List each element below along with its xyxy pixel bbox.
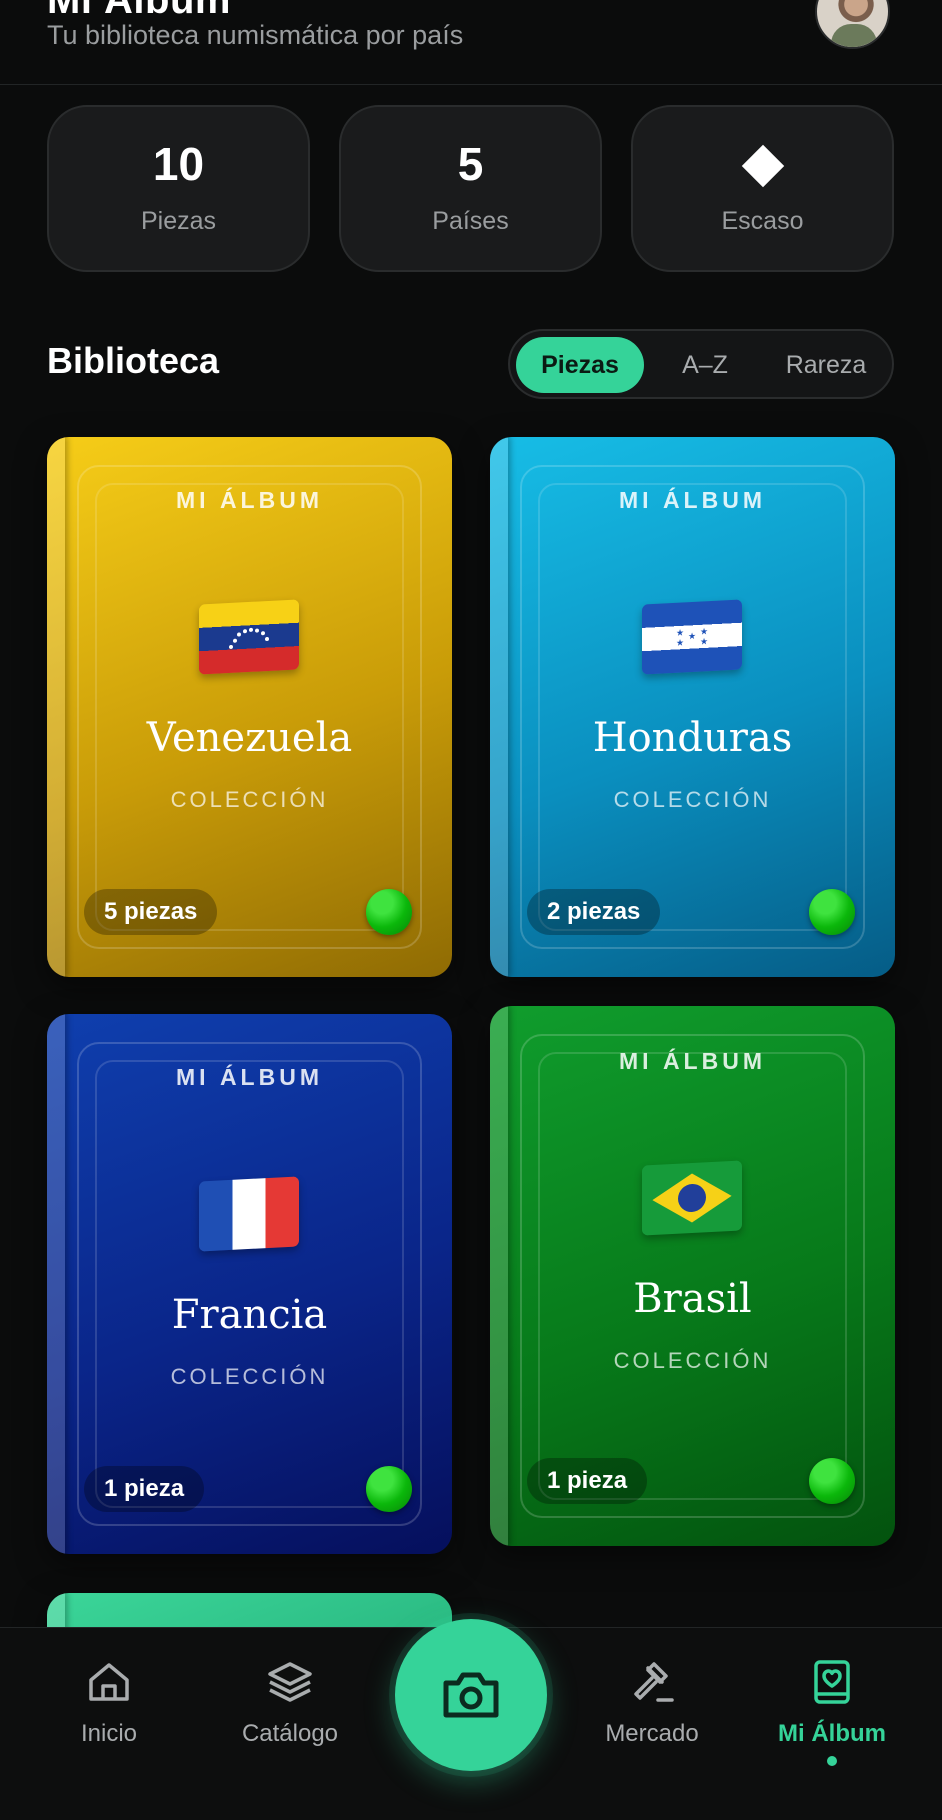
- album-spine: [490, 437, 508, 977]
- nav-label: Mercado: [605, 1720, 699, 1747]
- layers-icon: [268, 1662, 312, 1702]
- album-card-francia[interactable]: MI ÁLBUM Francia COLECCIÓN 1 pieza: [47, 1014, 452, 1554]
- status-dot-icon: [366, 889, 412, 935]
- stat-label: Piezas: [140, 207, 217, 235]
- stat-label: Países: [432, 207, 509, 235]
- france-flag-icon: [199, 1176, 299, 1252]
- home-icon: [89, 1663, 129, 1701]
- sort-segmented-control: Piezas A–Z Rareza: [508, 329, 894, 399]
- nav-label: Inicio: [80, 1720, 138, 1747]
- section-title: Biblioteca: [47, 340, 220, 381]
- album-subtitle: COLECCIÓN: [170, 1364, 329, 1389]
- status-dot-icon: [366, 1466, 412, 1512]
- card-frame-inner: [95, 1060, 404, 1508]
- album-country-name: Honduras: [592, 715, 793, 761]
- album-country-name: Venezuela: [146, 715, 353, 761]
- honduras-flag-icon: ★ ★ ★ ★ ★: [642, 599, 742, 675]
- nav-label: Mi Álbum: [778, 1720, 886, 1747]
- sort-option-az[interactable]: A–Z: [650, 337, 760, 393]
- album-kicker: MI ÁLBUM: [176, 487, 323, 513]
- sort-option-rareza[interactable]: Rareza: [766, 337, 886, 393]
- camera-icon: [443, 1672, 499, 1718]
- album-kicker: MI ÁLBUM: [176, 1064, 323, 1090]
- album-subtitle: COLECCIÓN: [170, 787, 329, 812]
- album-country-name: Francia: [171, 1292, 328, 1338]
- avatar[interactable]: [815, 0, 890, 49]
- active-indicator: [827, 1756, 837, 1766]
- nav-item-mercado[interactable]: Mercado: [567, 1658, 737, 1748]
- piece-count-badge: 5 piezas: [84, 889, 218, 935]
- album-card-venezuela[interactable]: MI ÁLBUM Venezuela COLECCIÓN 5 piezas: [47, 437, 452, 977]
- nav-item-mi-album[interactable]: Mi Álbum: [747, 1658, 917, 1766]
- album-spine: [47, 1014, 65, 1554]
- stat-card-escaso: Escaso: [631, 105, 894, 272]
- diamond-icon: [741, 144, 784, 188]
- card-frame-inner: [95, 483, 404, 931]
- status-dot-icon: [809, 889, 855, 935]
- page-subtitle: Tu biblioteca numismática por país: [47, 20, 464, 50]
- stat-value: 10: [152, 138, 205, 190]
- nav-item-catalogo[interactable]: Catálogo: [205, 1658, 375, 1748]
- stat-card-paises: 5 Países: [339, 105, 602, 272]
- album-card-honduras[interactable]: MI ÁLBUM ★ ★ ★ ★ ★ Honduras COLECCIÓN 2 pie…: [490, 437, 895, 977]
- album-spine: [47, 437, 65, 977]
- piece-count-badge: 1 pieza: [527, 1458, 648, 1504]
- album-country-name: Brasil: [633, 1276, 752, 1322]
- card-frame-inner: [538, 483, 847, 931]
- stat-label: Escaso: [721, 207, 804, 235]
- sort-option-piezas[interactable]: Piezas: [516, 337, 644, 393]
- piece-count-badge: 2 piezas: [527, 889, 661, 935]
- status-dot-icon: [809, 1458, 855, 1504]
- venezuela-flag-icon: [199, 599, 299, 675]
- brazil-flag-icon: [642, 1160, 742, 1236]
- album-heart-icon: [814, 1660, 850, 1704]
- album-card-brasil[interactable]: MI ÁLBUM Brasil COLECCIÓN 1 pieza: [490, 1006, 895, 1546]
- nav-item-inicio[interactable]: Inicio: [24, 1658, 194, 1748]
- stat-value: 5: [457, 138, 484, 190]
- scan-camera-button[interactable]: [395, 1619, 547, 1771]
- album-kicker: MI ÁLBUM: [619, 1048, 766, 1074]
- piece-count-badge: 1 pieza: [84, 1466, 205, 1512]
- gavel-icon: [634, 1662, 674, 1702]
- album-subtitle: COLECCIÓN: [613, 1348, 772, 1373]
- album-kicker: MI ÁLBUM: [619, 487, 766, 513]
- stat-card-piezas: 10 Piezas: [47, 105, 310, 272]
- app-header: Mi Álbum Tu biblioteca numismática por p…: [0, 0, 942, 85]
- album-subtitle: COLECCIÓN: [613, 787, 772, 812]
- nav-label: Catálogo: [241, 1720, 339, 1747]
